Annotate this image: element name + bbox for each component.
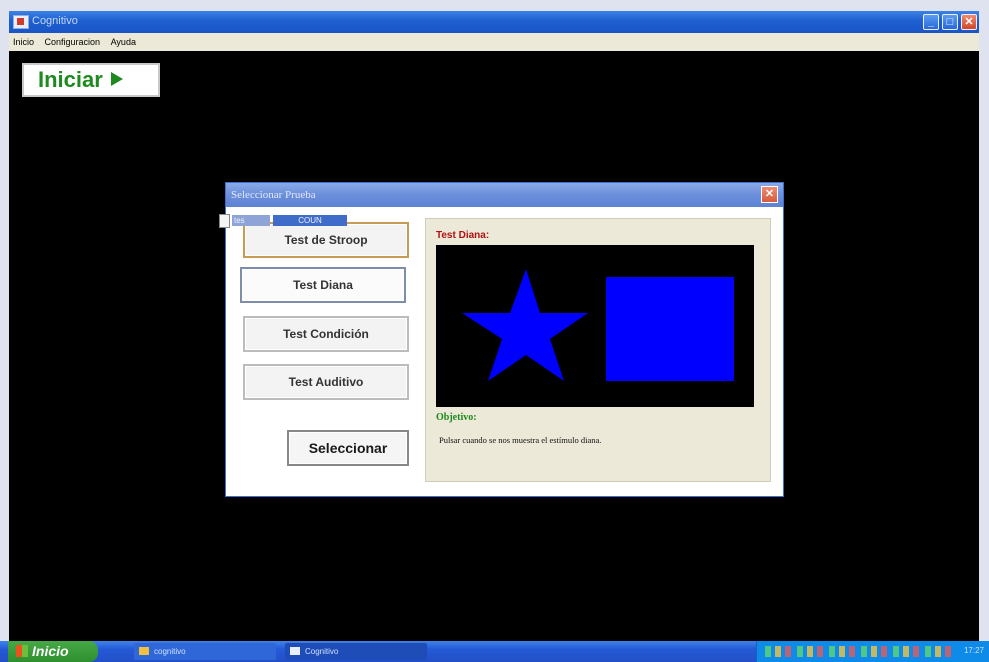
objective-label: Objetivo: xyxy=(436,412,477,423)
menu-item-ayuda[interactable]: Ayuda xyxy=(107,33,140,47)
test-stroop-button[interactable]: Test de Stroop xyxy=(243,222,409,258)
stimulus-svg xyxy=(462,269,734,381)
clock: 17:27 xyxy=(963,646,984,655)
minimize-button[interactable]: _ xyxy=(923,14,939,30)
window-titlebar[interactable]: Cognitivo _ □ ✕ xyxy=(9,11,979,33)
window-title: Cognitivo xyxy=(32,15,78,27)
menu-bar: Inicio Configuracion Ayuda xyxy=(9,33,979,51)
taskbar-item-label: Cognitivo xyxy=(305,647,339,656)
test-description-panel: Test Diana: Objetivo: Pulsar cuando se n… xyxy=(425,218,771,482)
dialog-close-button[interactable]: ✕ xyxy=(761,186,778,203)
stimulus-preview xyxy=(436,245,754,407)
taskbar: Inicio cognitivo Cognitivo 17:27 xyxy=(0,641,989,662)
document-icon xyxy=(219,214,230,228)
iniciar-button[interactable]: Iniciar xyxy=(22,63,160,97)
objective-text: Pulsar cuando se nos muestra el estímulo… xyxy=(439,435,602,445)
dialog-title: Seleccionar Prueba xyxy=(231,189,316,201)
drag-label-1: tes xyxy=(232,215,270,226)
folder-icon xyxy=(139,647,149,655)
select-button[interactable]: Seleccionar xyxy=(287,430,409,466)
start-label: Inicio xyxy=(32,643,69,659)
test-condicion-button[interactable]: Test Condición xyxy=(243,316,409,352)
taskbar-item-label: cognitivo xyxy=(154,647,186,656)
test-diana-button[interactable]: Test Diana xyxy=(240,267,406,303)
drag-label-2: COUN xyxy=(273,215,347,226)
menu-item-configuracion[interactable]: Configuracion xyxy=(41,33,105,47)
app-icon xyxy=(290,647,300,655)
system-tray: 17:27 xyxy=(756,641,989,662)
close-button[interactable]: ✕ xyxy=(961,14,977,30)
taskbar-item-folder[interactable]: cognitivo xyxy=(134,643,276,660)
iniciar-label: Iniciar xyxy=(38,67,103,92)
dialog-titlebar[interactable]: Seleccionar Prueba ✕ xyxy=(226,183,783,207)
app-icon xyxy=(13,15,29,29)
maximize-button[interactable]: □ xyxy=(942,14,958,30)
windows-flag-icon xyxy=(16,645,28,657)
start-button[interactable]: Inicio xyxy=(8,641,98,662)
taskbar-item-app[interactable]: Cognitivo xyxy=(285,643,427,660)
star-shape xyxy=(462,269,588,381)
tray-icons[interactable] xyxy=(765,646,955,657)
panel-title: Test Diana: xyxy=(436,230,490,241)
square-shape xyxy=(606,277,734,381)
play-icon xyxy=(110,72,123,86)
menu-item-inicio[interactable]: Inicio xyxy=(9,33,38,47)
test-auditivo-button[interactable]: Test Auditivo xyxy=(243,364,409,400)
